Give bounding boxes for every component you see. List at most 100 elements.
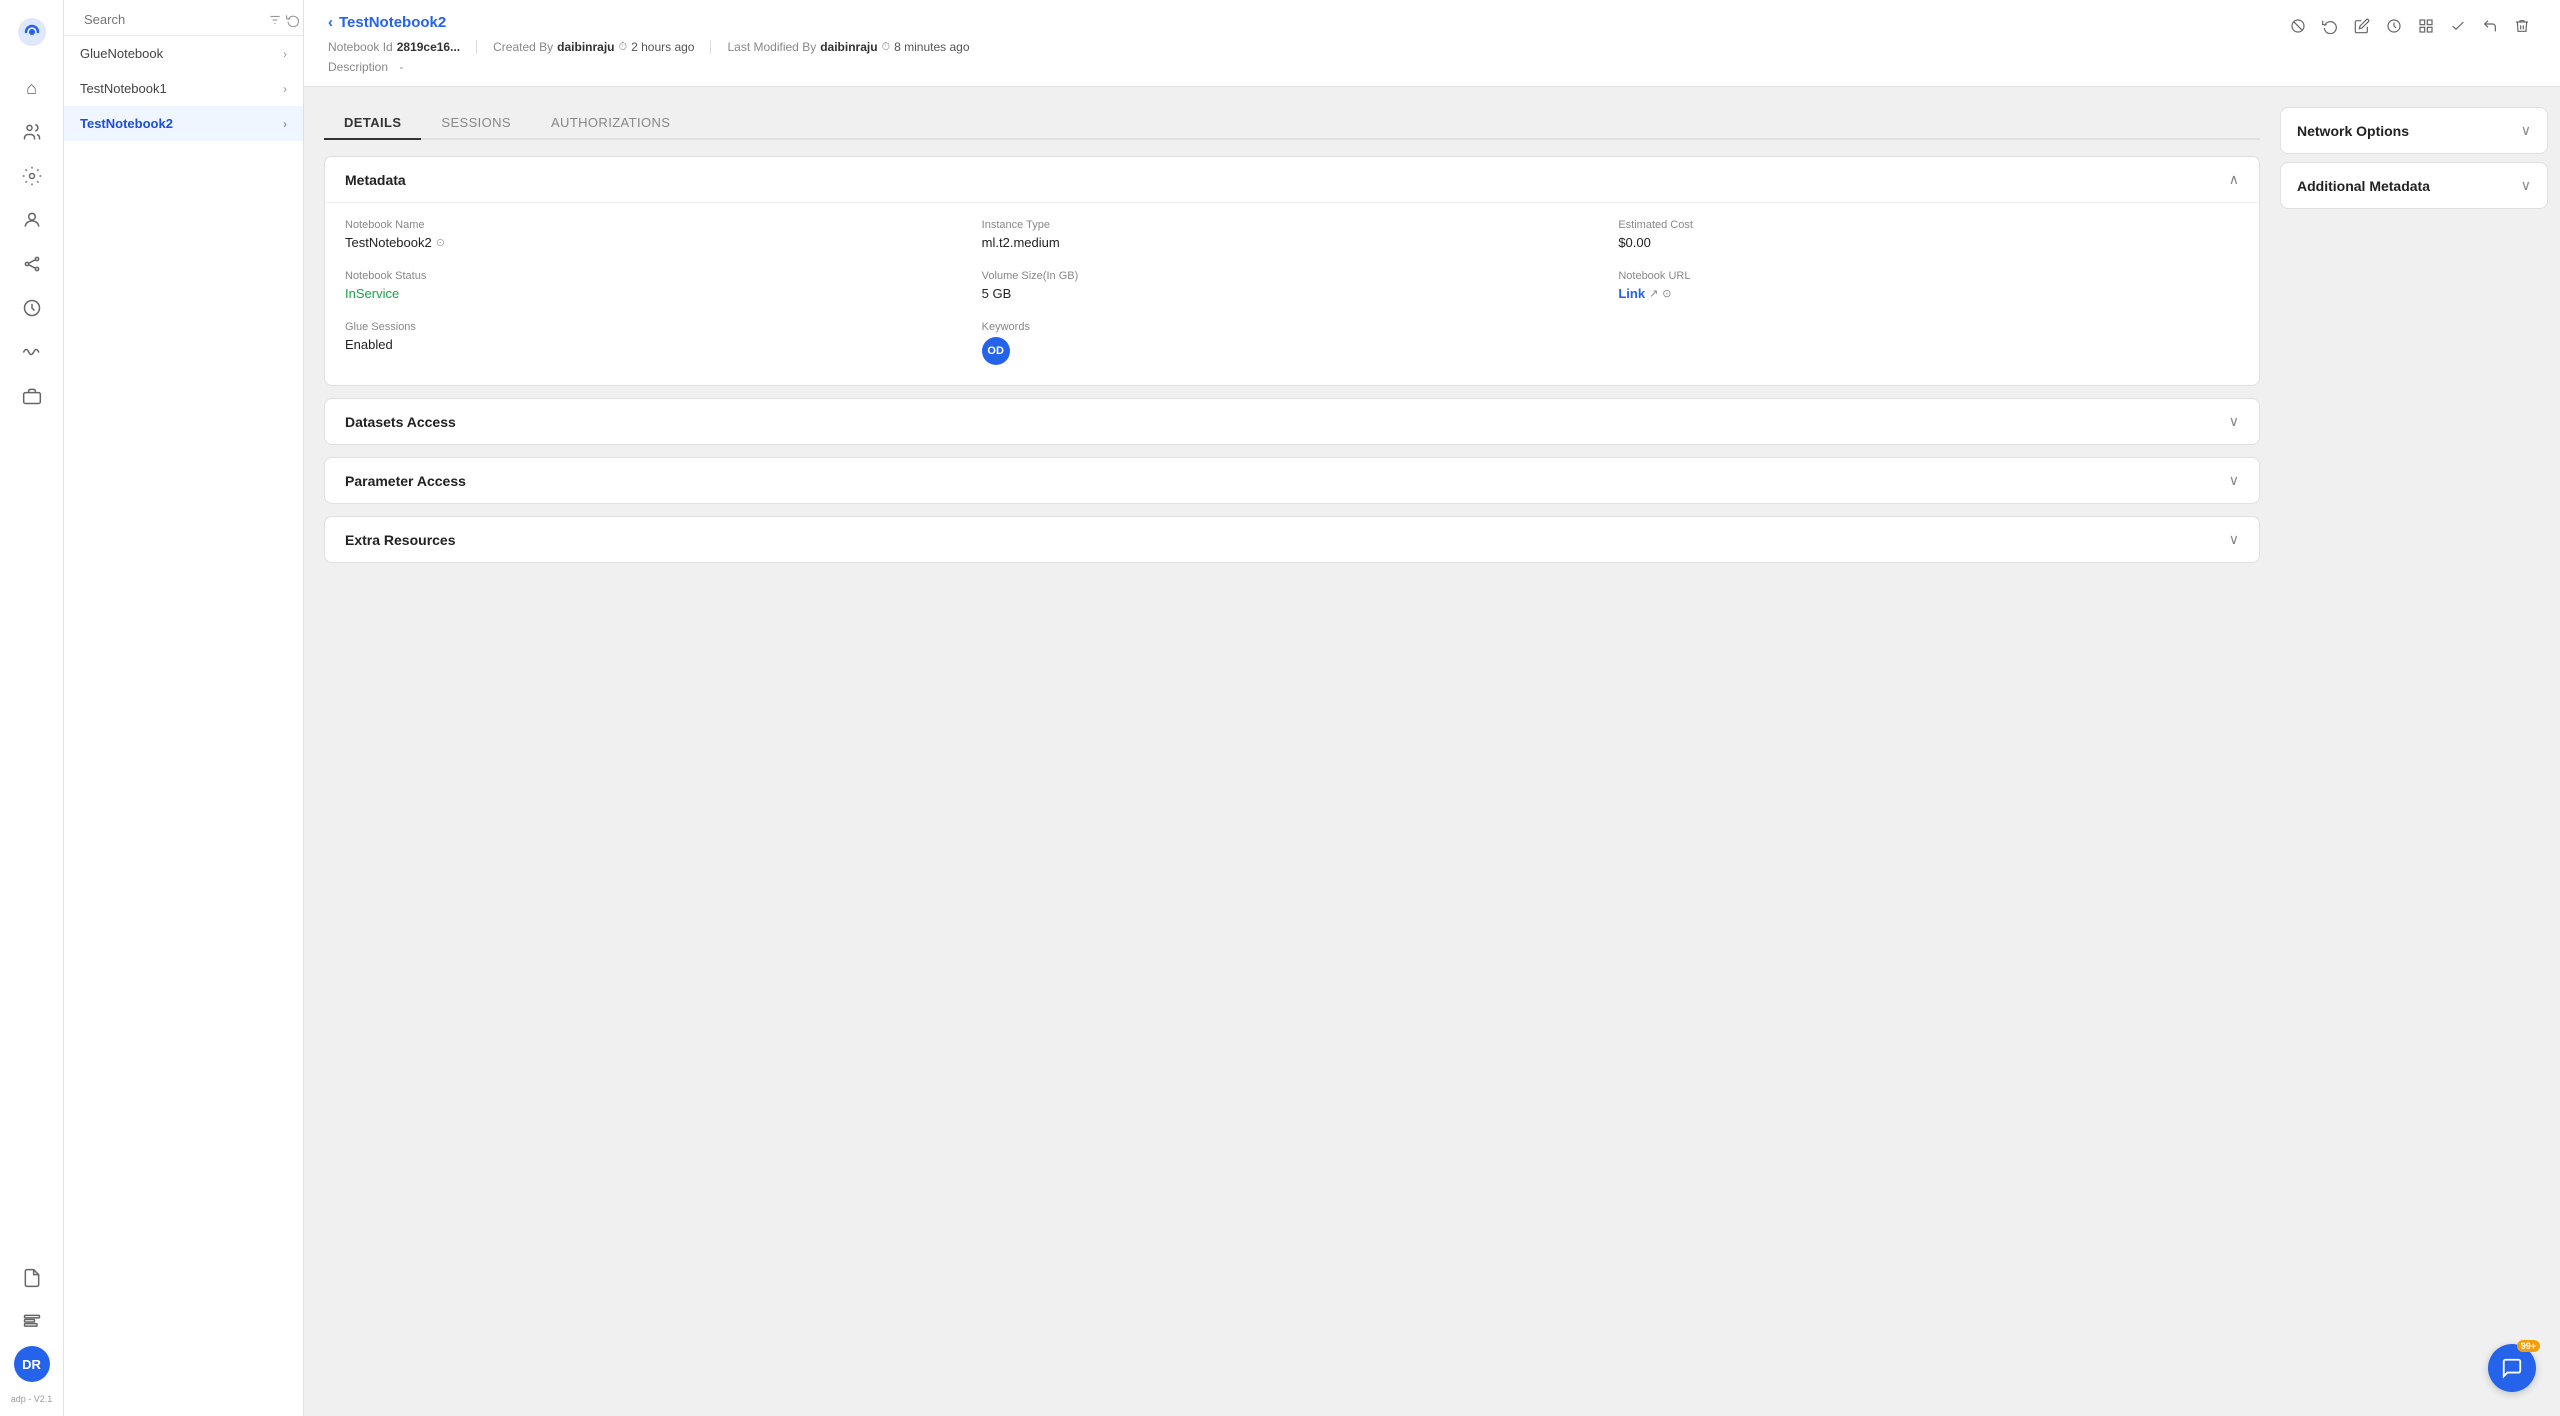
sidebar-item-testnotebook1[interactable]: TestNotebook1 › [64, 71, 303, 106]
parameter-access-header[interactable]: Parameter Access ∨ [325, 458, 2259, 503]
refresh-icon[interactable] [286, 13, 300, 27]
toolbar-grid-icon[interactable] [2412, 12, 2440, 40]
sidebar-item-label: TestNotebook2 [80, 116, 173, 131]
nav-briefcase-icon[interactable] [12, 376, 52, 416]
main-panel: DETAILS SESSIONS AUTHORIZATIONS Metadata… [304, 87, 2280, 1416]
header-top-row: ‹ TestNotebook2 [328, 12, 2536, 40]
additional-metadata-header[interactable]: Additional Metadata ∨ [2281, 163, 2547, 208]
external-link-icon[interactable]: ↗ [1649, 287, 1658, 300]
datasets-access-section: Datasets Access ∨ [324, 398, 2260, 445]
created-clock-icon: ⏱ [619, 41, 628, 54]
datasets-chevron-icon: ∨ [2229, 413, 2239, 430]
page-header: ‹ TestNotebook2 [304, 0, 2560, 87]
network-options-section: Network Options ∨ [2280, 107, 2548, 154]
network-options-title: Network Options [2297, 123, 2409, 139]
nav-bottom-section: DR adp - V2.1 [11, 1258, 53, 1404]
estimated-cost-field: Estimated Cost $0.00 [1618, 219, 2239, 250]
glue-sessions-label: Glue Sessions [345, 321, 966, 333]
chat-bubble[interactable]: 99+ [2488, 1344, 2536, 1392]
datasets-access-header[interactable]: Datasets Access ∨ [325, 399, 2259, 444]
toolbar-edit-icon[interactable] [2348, 12, 2376, 40]
toolbar-undo-icon[interactable] [2476, 12, 2504, 40]
keyword-badge[interactable]: OD [982, 337, 1010, 365]
additional-metadata-section: Additional Metadata ∨ [2280, 162, 2548, 209]
nav-text-icon[interactable] [12, 1302, 52, 1342]
volume-size-field: Volume Size(In GB) 5 GB [982, 270, 1603, 301]
modified-clock-icon: ⏱ [882, 41, 891, 54]
nav-user-icon[interactable] [12, 200, 52, 240]
instance-type-value: ml.t2.medium [982, 235, 1603, 250]
sidebar-item-testnotebook2[interactable]: TestNotebook2 › [64, 106, 303, 141]
toolbar-ban-icon[interactable] [2284, 12, 2312, 40]
notebook-status-value: InService [345, 286, 399, 301]
right-panel: Network Options ∨ Additional Metadata ∨ [2280, 87, 2560, 1416]
app-logo[interactable] [12, 12, 52, 52]
notebook-url-icons: ↗ ⊙ [1649, 287, 1671, 300]
extra-resources-chevron-icon: ∨ [2229, 531, 2239, 548]
nav-connections-icon[interactable] [12, 244, 52, 284]
nav-document-icon[interactable] [12, 1258, 52, 1298]
metadata-section-header[interactable]: Metadata ∧ [325, 157, 2259, 202]
toolbar [2284, 12, 2536, 40]
instance-type-field: Instance Type ml.t2.medium [982, 219, 1603, 250]
tab-authorizations[interactable]: AUTHORIZATIONS [531, 107, 690, 140]
toolbar-trash-icon[interactable] [2508, 12, 2536, 40]
extra-resources-header[interactable]: Extra Resources ∨ [325, 517, 2259, 562]
nav-clock-icon[interactable] [12, 288, 52, 328]
main-content: ‹ TestNotebook2 [304, 0, 2560, 1416]
instance-type-label: Instance Type [982, 219, 1603, 231]
tab-sessions[interactable]: SESSIONS [421, 107, 531, 140]
sidebar-search-controls [268, 13, 300, 27]
notebook-url-label: Notebook URL [1618, 270, 2239, 282]
breadcrumb[interactable]: ‹ TestNotebook2 [328, 14, 446, 31]
sidebar-chevron-icon: › [283, 117, 287, 131]
nav-team-icon[interactable] [12, 112, 52, 152]
metadata-section-title: Metadata [345, 172, 406, 188]
notebook-url-value: Link ↗ ⊙ [1618, 286, 2239, 301]
notebook-name-copy-icon[interactable]: ⊙ [436, 236, 445, 249]
nav-settings-icon[interactable] [12, 156, 52, 196]
description-field: Description - [328, 60, 2536, 74]
sidebar-search-bar[interactable] [64, 0, 303, 36]
metadata-grid: Notebook Name TestNotebook2 ⊙ Instance T… [345, 219, 2239, 365]
left-navigation: ⌂ [0, 0, 64, 1416]
extra-resources-section: Extra Resources ∨ [324, 516, 2260, 563]
sidebar-item-label: GlueNotebook [80, 46, 163, 61]
filter-icon[interactable] [268, 13, 282, 27]
additional-metadata-title: Additional Metadata [2297, 178, 2430, 194]
user-avatar[interactable]: DR [14, 1346, 50, 1382]
glue-sessions-field: Glue Sessions Enabled [345, 321, 966, 365]
toolbar-check-icon[interactable] [2444, 12, 2472, 40]
created-by-value: daibinraju [557, 40, 614, 54]
copy-link-icon[interactable]: ⊙ [1662, 287, 1671, 300]
empty-field [1618, 321, 2239, 365]
notebook-name-label: Notebook Name [345, 219, 966, 231]
search-input[interactable] [84, 12, 260, 27]
chat-badge-count: 99+ [2517, 1340, 2540, 1352]
notebook-url-field: Notebook URL Link ↗ ⊙ [1618, 270, 2239, 301]
tab-details[interactable]: DETAILS [324, 107, 421, 140]
nav-wave-icon[interactable] [12, 332, 52, 372]
notebook-status-label: Notebook Status [345, 270, 966, 282]
keywords-field: Keywords OD [982, 321, 1603, 365]
nav-home-icon[interactable]: ⌂ [12, 68, 52, 108]
volume-size-label: Volume Size(In GB) [982, 270, 1603, 282]
notebook-name-value: TestNotebook2 ⊙ [345, 235, 966, 250]
notebook-url-link[interactable]: Link [1618, 286, 1645, 301]
notebook-id-field: Notebook Id 2819ce16... [328, 40, 477, 54]
network-options-header[interactable]: Network Options ∨ [2281, 108, 2547, 153]
notebook-id-value: 2819ce16... [397, 40, 460, 54]
toolbar-clock-icon[interactable] [2380, 12, 2408, 40]
toolbar-refresh-icon[interactable] [2316, 12, 2344, 40]
parameter-access-title: Parameter Access [345, 473, 466, 489]
sidebar-item-gluenotebook[interactable]: GlueNotebook › [64, 36, 303, 71]
description-value: - [399, 60, 403, 74]
created-time: 2 hours ago [631, 40, 694, 54]
metadata-section-body: Notebook Name TestNotebook2 ⊙ Instance T… [325, 202, 2259, 385]
tabs-bar: DETAILS SESSIONS AUTHORIZATIONS [324, 107, 2260, 140]
header-meta: Notebook Id 2819ce16... Created By daibi… [328, 40, 2536, 54]
content-area: DETAILS SESSIONS AUTHORIZATIONS Metadata… [304, 87, 2560, 1416]
estimated-cost-value: $0.00 [1618, 235, 2239, 250]
sidebar-item-label: TestNotebook1 [80, 81, 167, 96]
metadata-chevron-icon: ∧ [2229, 171, 2239, 188]
